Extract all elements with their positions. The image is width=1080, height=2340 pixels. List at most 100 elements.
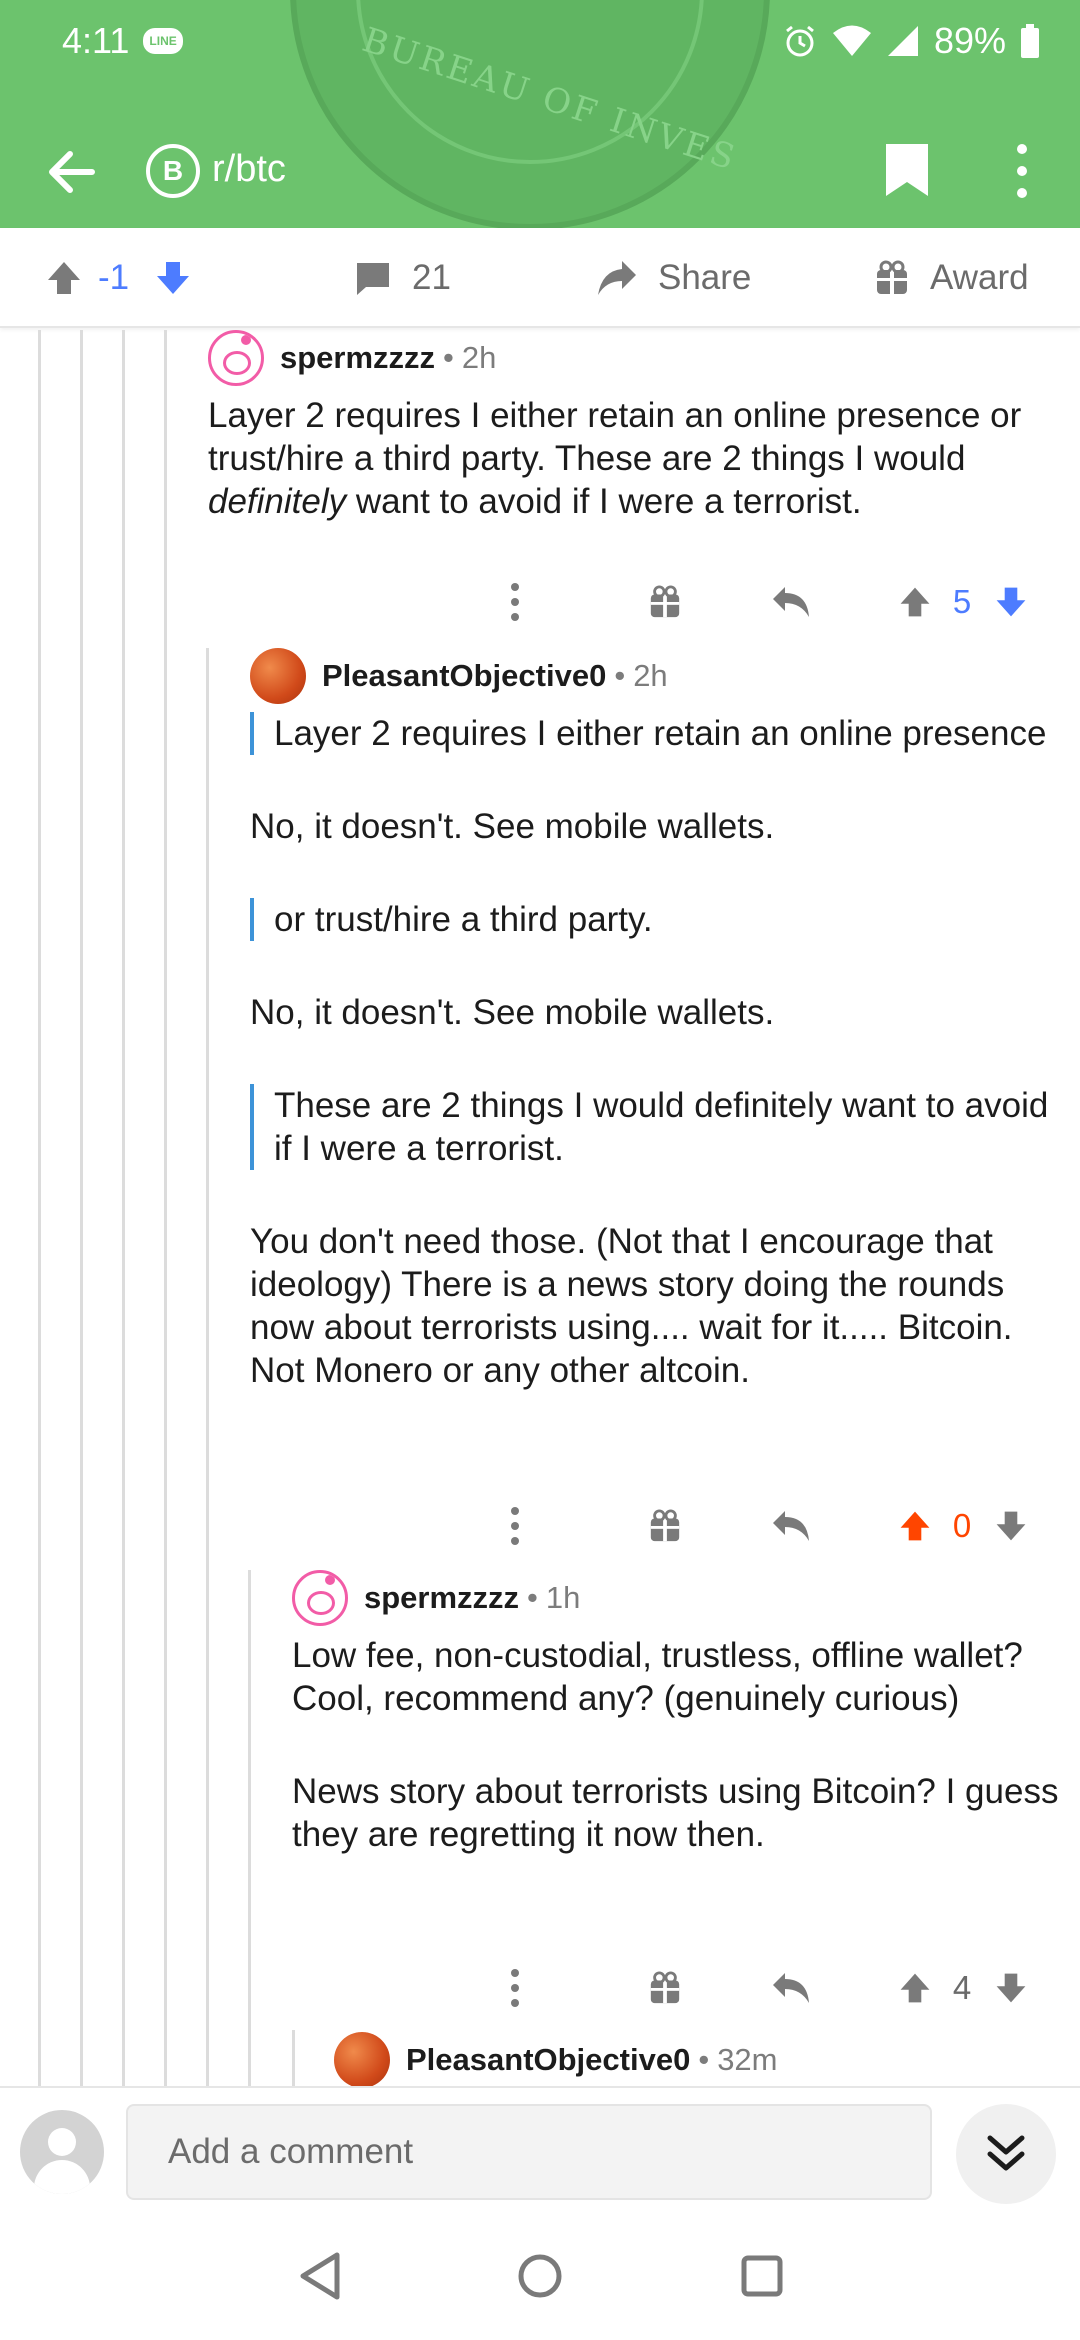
thread-line (164, 330, 167, 2086)
comment-header: PleasantObjective0 • 2h (250, 648, 1070, 704)
collapse-button[interactable] (956, 2104, 1056, 2204)
comment: PleasantObjective0 • 2h Layer 2 requires… (250, 648, 1070, 1442)
system-nav-bar (0, 2214, 1080, 2340)
screen: BUREAU OF INVES 4:11 LINE 89% B r/btc -1… (0, 0, 1080, 2340)
quote-block: or trust/hire a third party. (250, 898, 1070, 941)
comment-time: 32m (717, 2042, 778, 2077)
downvote-button[interactable] (986, 1958, 1036, 2018)
bookmark-button[interactable] (882, 140, 938, 202)
comment-actions: 4 (490, 1958, 1050, 2018)
comment-time: 2h (633, 658, 668, 693)
upvote-button[interactable] (890, 572, 940, 632)
comment-author[interactable]: spermzzzz (280, 340, 435, 376)
comment-body: Low fee, non-custodial, trustless, offli… (292, 1634, 1072, 1856)
more-vertical-icon (511, 583, 519, 621)
comment-time: 1h (545, 1580, 581, 1615)
avatar[interactable] (292, 1570, 348, 1626)
avatar[interactable] (334, 2032, 390, 2086)
post-vote: -1 (44, 228, 193, 328)
more-options-button[interactable] (1002, 138, 1042, 204)
thread-line (248, 1570, 251, 2086)
thread-line (122, 330, 125, 2086)
square-recents-icon (741, 2255, 783, 2297)
comment-author[interactable]: PleasantObjective0 (322, 658, 606, 694)
comment-text-emphasis: definitely (208, 482, 347, 521)
comment-header: spermzzzz • 2h (208, 330, 1068, 386)
award-button[interactable]: Award (874, 228, 1029, 328)
subreddit-name[interactable]: r/btc (212, 148, 286, 191)
comment-paragraph: Low fee, non-custodial, trustless, offli… (292, 1636, 1023, 1718)
quote-block: These are 2 things I would definitely wa… (250, 1084, 1070, 1170)
status-time: 4:11 (62, 20, 130, 61)
more-vertical-icon (511, 1969, 519, 2007)
comment-author[interactable]: PleasantObjective0 (406, 2042, 690, 2078)
comment-text: want to avoid if I were a terrorist. (346, 482, 862, 521)
downvote-button[interactable] (986, 572, 1036, 632)
more-button[interactable] (490, 1496, 540, 1556)
more-button[interactable] (490, 572, 540, 632)
comment-paragraph: No, it doesn't. See mobile wallets. (250, 993, 775, 1032)
comment-count: 21 (412, 258, 451, 297)
header: BUREAU OF INVES 4:11 LINE 89% B r/btc (0, 0, 1080, 228)
award-comment-button[interactable] (640, 1496, 690, 1556)
nav-recents-button[interactable] (732, 2246, 792, 2306)
bitcoin-icon[interactable]: B (146, 144, 200, 198)
comment-actions: 0 (490, 1496, 1050, 1556)
battery-percent: 89% (933, 20, 1006, 61)
separator-dot: • (698, 2042, 710, 2077)
arrow-left-icon (49, 151, 95, 193)
award-comment-button[interactable] (640, 1958, 690, 2018)
comment-paragraph: No, it doesn't. See mobile wallets. (250, 807, 775, 846)
thread-line (206, 648, 209, 2086)
toolbar: B r/btc (0, 120, 1080, 220)
reply-button[interactable] (766, 1958, 816, 2018)
separator-dot: • (443, 340, 454, 375)
comment-header: spermzzzz • 1h (292, 1570, 1072, 1626)
reply-icon (773, 587, 809, 617)
award-comment-button[interactable] (640, 572, 690, 632)
thread-line (80, 330, 83, 2086)
upvote-button[interactable] (890, 1496, 940, 1556)
reply-icon (773, 1973, 809, 2003)
post-comments[interactable]: 21 (354, 228, 451, 328)
share-button[interactable]: Share (596, 228, 751, 328)
double-chevron-down-icon (987, 2135, 1025, 2171)
nav-home-button[interactable] (510, 2246, 570, 2306)
back-button[interactable] (42, 142, 102, 202)
more-button[interactable] (490, 1958, 540, 2018)
add-comment-input[interactable]: Add a comment (126, 2104, 932, 2200)
comment-score: 4 (952, 1969, 972, 2006)
upvote-icon (900, 587, 930, 617)
reply-button[interactable] (766, 1496, 816, 1556)
status-bar-left: 4:11 LINE (62, 16, 183, 66)
downvote-icon[interactable] (153, 258, 193, 298)
comment: spermzzzz • 1h Low fee, non-custodial, t… (292, 1570, 1072, 1906)
wifi-icon (832, 25, 871, 56)
more-vertical-icon (511, 1507, 519, 1545)
comment-thread: spermzzzz • 2h Layer 2 requires I either… (0, 330, 1080, 2086)
quote-block: Layer 2 requires I either retain an onli… (250, 712, 1070, 755)
comment-author[interactable]: spermzzzz (364, 1580, 519, 1616)
gift-icon (650, 585, 680, 618)
upvote-button[interactable] (890, 1958, 940, 2018)
reply-button[interactable] (766, 572, 816, 632)
avatar[interactable] (250, 648, 306, 704)
reply-icon (773, 1511, 809, 1541)
line-notification-icon: LINE (143, 28, 183, 54)
upvote-icon[interactable] (44, 258, 84, 298)
comment-paragraph: You don't need those. (Not that I encour… (250, 1222, 1013, 1390)
comment: PleasantObjective0 • 32m (334, 2032, 1074, 2086)
post-action-bar: -1 21 Share Award (0, 228, 1080, 328)
thread-line (292, 2030, 295, 2086)
gift-icon (650, 1971, 680, 2004)
nav-back-button[interactable] (290, 2246, 350, 2306)
signal-icon (887, 26, 918, 56)
downvote-button[interactable] (986, 1496, 1036, 1556)
comment-time: 2h (461, 340, 497, 375)
battery-icon (1021, 24, 1039, 58)
triangle-back-icon (300, 2252, 340, 2300)
avatar[interactable] (208, 330, 264, 386)
post-score: -1 (98, 258, 130, 297)
user-avatar[interactable] (20, 2110, 104, 2194)
share-arrow-icon (598, 261, 636, 295)
